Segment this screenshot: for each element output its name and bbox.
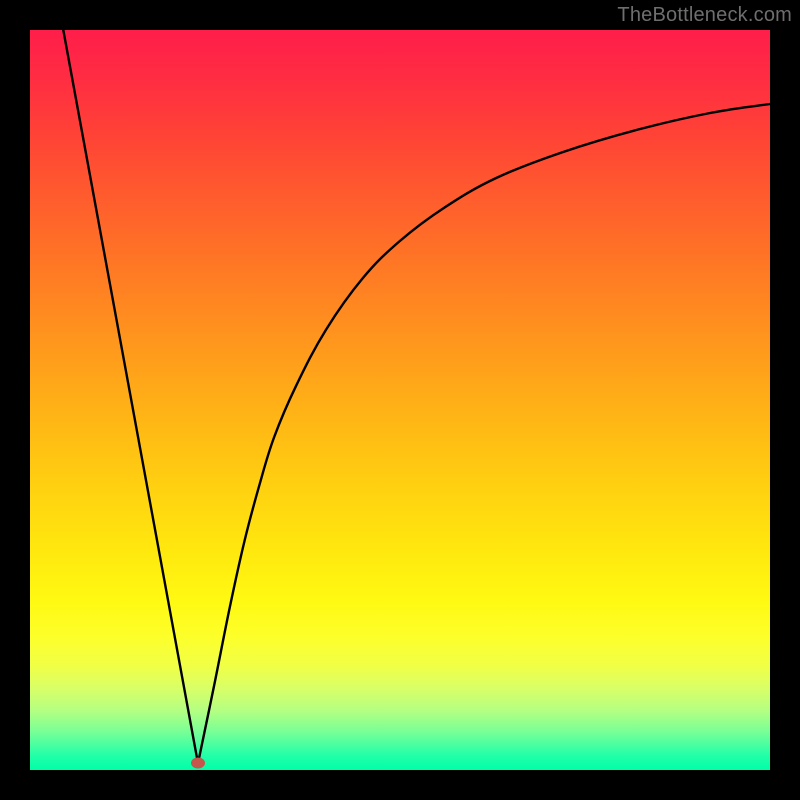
chart-frame: TheBottleneck.com <box>0 0 800 800</box>
minimum-marker-icon <box>191 758 205 769</box>
watermark-label: TheBottleneck.com <box>617 4 792 27</box>
plot-area <box>30 30 770 770</box>
curve-layer <box>30 30 770 770</box>
curve-path <box>63 30 770 763</box>
